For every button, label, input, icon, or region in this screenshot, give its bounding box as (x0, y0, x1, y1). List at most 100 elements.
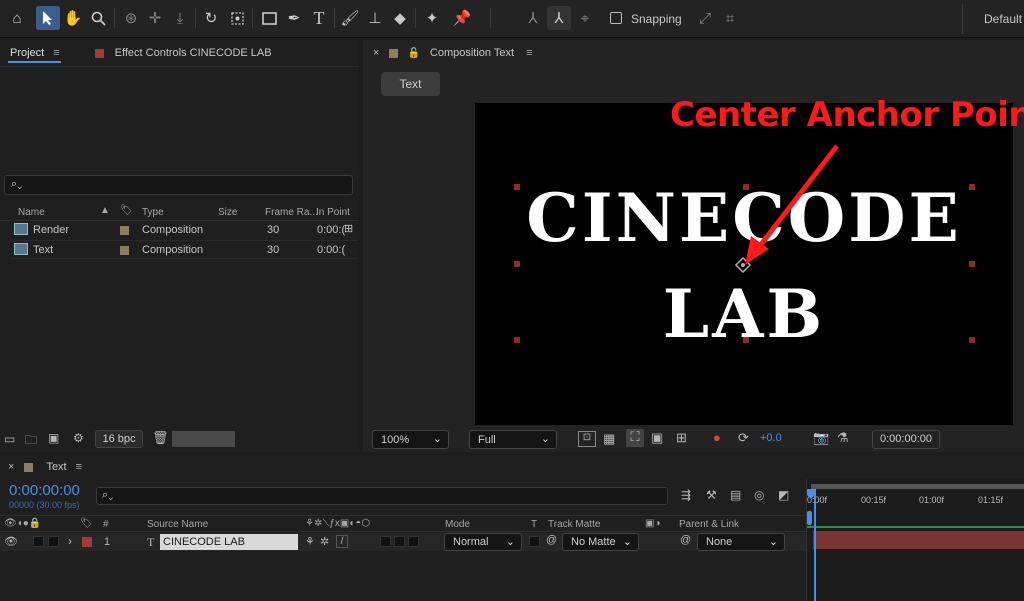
solo-switch[interactable] (33, 536, 44, 547)
dolly-camera-icon[interactable]: ⤓ (168, 6, 192, 30)
panel-menu-icon[interactable]: ≡ (53, 47, 59, 59)
trash-icon[interactable]: 🗑 (152, 430, 169, 446)
panel-menu-icon[interactable]: ≡ (76, 461, 82, 473)
tab-composition[interactable]: Composition Text (430, 47, 514, 59)
rectangle-tool-icon[interactable] (257, 6, 281, 30)
lock-switch[interactable] (48, 536, 59, 547)
magnification-dropdown[interactable]: 100% ⌄ (372, 430, 449, 449)
comp-mini-flowchart-icon[interactable]: ⇶ (681, 488, 691, 502)
tab-project[interactable]: Project (10, 47, 44, 59)
exposure-value[interactable]: +0.0 (760, 432, 782, 444)
timeline-search-input[interactable]: ⌕⌄ (96, 487, 668, 505)
puppet-pin-icon[interactable]: 📌 (450, 6, 474, 30)
time-graph[interactable]: 0:00f 00:15f 01:00f 01:15f (806, 479, 1024, 601)
workspace-default[interactable]: Default (984, 12, 1022, 26)
snap-edges-icon[interactable]: ⤢ (693, 6, 717, 30)
hand-tool-icon[interactable]: ✋ (61, 6, 85, 30)
project-item[interactable]: Text Composition 30 0:00:( (10, 240, 358, 259)
eraser-tool-icon[interactable]: ◆ (388, 6, 412, 30)
type-tool-icon[interactable]: T (307, 6, 331, 30)
bounding-box-handle[interactable] (514, 184, 520, 190)
col-source-name[interactable]: Source Name (147, 519, 208, 530)
track-matte-dropdown[interactable]: No Matte ⌄ (562, 533, 639, 551)
quality-icon[interactable]: ✲ (320, 535, 329, 548)
chevron-right-icon[interactable]: › (68, 534, 72, 548)
snap-features-icon[interactable]: ⌗ (718, 6, 742, 30)
pan-camera-icon[interactable]: ✛ (143, 6, 167, 30)
zoom-tool-icon[interactable] (86, 6, 110, 30)
bit-depth-button[interactable]: 16 bpc (95, 430, 143, 448)
col-type[interactable]: Type (142, 207, 164, 218)
snapping-checkbox[interactable] (610, 12, 622, 24)
frame-blending-icon[interactable]: ▤ (730, 488, 741, 502)
col-name[interactable]: Name (18, 207, 45, 218)
project-search-input[interactable]: ⌕⌄ (4, 175, 353, 195)
playhead-line[interactable] (814, 489, 816, 601)
motion-blur-icon[interactable]: ◎ (754, 488, 764, 502)
quality-switch[interactable]: / (336, 535, 348, 548)
project-settings-icon[interactable]: ⚙ (73, 431, 84, 445)
pan-behind-icon[interactable] (225, 6, 249, 30)
current-time-display[interactable]: 0:00:00:00 (872, 430, 940, 449)
switch-box[interactable] (394, 536, 405, 547)
bounding-box-handle[interactable] (514, 261, 520, 267)
flowchart-icon[interactable]: ⊞ (344, 222, 353, 235)
close-tab-icon[interactable]: × (8, 461, 14, 473)
bounding-box-handle[interactable] (514, 337, 520, 343)
new-folder-icon[interactable]: 🗀 (25, 431, 37, 452)
panel-menu-icon[interactable]: ≡ (526, 47, 532, 59)
rotate-tool-icon[interactable]: ↻ (199, 6, 223, 30)
mask-visibility-icon[interactable]: ⛶ (626, 429, 644, 447)
pen-tool-icon[interactable]: ✒ (282, 6, 306, 30)
snapshot-icon[interactable]: 📷 (813, 430, 829, 446)
transparency-grid-icon[interactable]: ▦ (603, 431, 615, 447)
col-mode[interactable]: Mode (445, 519, 470, 530)
thumbnail-slider[interactable] (172, 431, 235, 447)
brush-tool-icon[interactable]: 🖌 (338, 6, 362, 30)
home-icon[interactable]: ⌂ (5, 6, 29, 30)
roto-brush-icon[interactable]: ✦ (420, 6, 444, 30)
lock-icon[interactable]: 🔓 (407, 48, 419, 59)
resolution-dropdown[interactable]: Full ⌄ (469, 430, 557, 449)
switch-box[interactable] (408, 536, 419, 547)
work-area-bar[interactable] (811, 484, 1024, 489)
label-tag-icon[interactable]: 🏷 (120, 205, 133, 216)
world-axis-icon[interactable]: ⅄ (547, 6, 571, 30)
col-size[interactable]: Size (218, 207, 237, 218)
grid-guides-icon[interactable]: ⊞ (676, 430, 687, 446)
new-composition-icon[interactable]: ▣ (48, 431, 59, 445)
col-parent-link[interactable]: Parent & Link (679, 519, 739, 530)
layer-name-field[interactable]: CINECODE LAB (160, 534, 298, 550)
switch-box[interactable] (380, 536, 391, 547)
blend-mode-dropdown[interactable]: Normal ⌄ (444, 533, 522, 551)
bounding-box-handle[interactable] (969, 184, 975, 190)
show-snapshot-icon[interactable]: ⚗ (837, 430, 849, 446)
preserve-transparency-switch[interactable] (529, 536, 540, 547)
selection-tool-icon[interactable] (36, 6, 60, 30)
collapse-transform-icon[interactable]: ⚘ (305, 535, 315, 548)
local-axis-icon[interactable]: ⅄ (521, 6, 545, 30)
project-item[interactable]: Render Composition 30 0:00:( ⊞ (10, 221, 358, 240)
draft-3d-icon[interactable]: ⚒ (706, 488, 717, 502)
col-in-point[interactable]: In Point (316, 207, 350, 218)
view-axis-icon[interactable]: ⌖ (573, 6, 597, 30)
comp-flowchart-chip[interactable]: Text (381, 72, 440, 96)
col-track-matte[interactable]: Track Matte (548, 519, 600, 530)
eye-icon[interactable]: 👁 (4, 535, 18, 548)
layer-label-swatch[interactable] (82, 537, 92, 547)
orbit-camera-icon[interactable]: ⊛ (119, 6, 143, 30)
graph-editor-icon[interactable]: ◩ (778, 488, 789, 502)
layer-row[interactable]: 👁 › 1 T CINECODE LAB ⚘ ✲ / Normal ⌄ @ No… (0, 533, 806, 551)
bounding-box-handle[interactable] (969, 337, 975, 343)
color-management-icon[interactable]: ⟳ (738, 430, 749, 446)
channel-icon[interactable]: ● (713, 430, 721, 445)
parent-pickwhip-icon[interactable]: @ (680, 534, 691, 546)
clone-stamp-icon[interactable]: ⊥ (363, 6, 387, 30)
parent-dropdown[interactable]: None ⌄ (697, 533, 785, 551)
matte-pickwhip-icon[interactable]: @ (546, 534, 557, 546)
region-of-interest-icon[interactable]: ▣ (651, 430, 663, 446)
composition-canvas[interactable]: CINECODE LAB (475, 103, 1013, 425)
bounding-box-handle[interactable] (743, 337, 749, 343)
sort-arrow-icon[interactable]: ▲ (100, 205, 110, 216)
tab-timeline-text[interactable]: Text (46, 461, 66, 473)
